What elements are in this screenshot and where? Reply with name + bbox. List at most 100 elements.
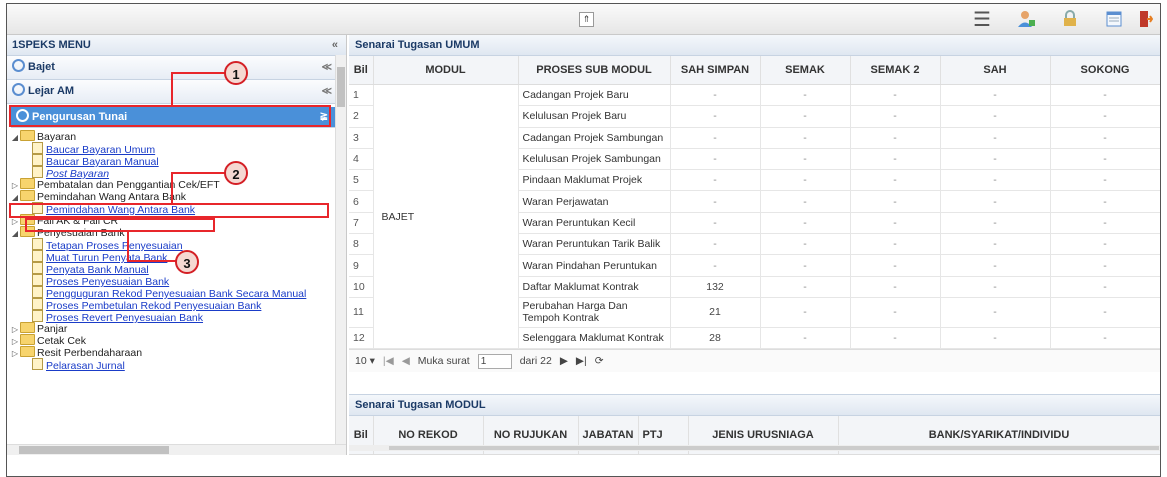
document-icon [32, 298, 43, 310]
prev-page-icon[interactable]: ◀ [402, 355, 410, 367]
table-cell: - [670, 105, 761, 128]
tree-folder-bayaran[interactable]: ◢ Bayaran [7, 130, 346, 143]
callout-line [171, 72, 173, 105]
document-icon [32, 262, 43, 274]
next-page-icon[interactable]: ▶ [560, 355, 568, 367]
highlight-pemindahan-link [25, 218, 215, 232]
column-header[interactable]: SAH [940, 56, 1051, 85]
table-row[interactable]: 1 BAJET Cadangan Projek Baru - - - - - [349, 84, 1160, 350]
user-icon[interactable] [1004, 8, 1048, 30]
refresh-icon[interactable]: ⟳ [595, 355, 604, 367]
table-cell: - [940, 190, 1051, 213]
table-cell: - [1050, 127, 1160, 149]
table-cell: - [1050, 297, 1160, 328]
document-icon [32, 238, 43, 250]
table-cell: - [850, 169, 941, 192]
page-size-select[interactable]: 10 ▾ [355, 355, 375, 367]
table-cell: - [850, 190, 941, 213]
table-cell: - [940, 169, 1051, 192]
scroll-thumb[interactable] [19, 446, 169, 454]
tree-item[interactable]: Tetapan Proses Penyesuaian [7, 238, 346, 252]
tree-item[interactable]: Baucar Bayaran Umum [7, 142, 346, 156]
column-header[interactable]: SEMAK 2 [850, 56, 941, 85]
tree-item[interactable]: Pelarasan Jurnal [7, 358, 346, 372]
tree-item[interactable]: Baucar Bayaran Manual [7, 154, 346, 168]
table-cell: - [670, 190, 761, 213]
table-cell: - [940, 233, 1051, 256]
tree-folder-pemindahan[interactable]: ◢ Pemindahan Wang Antara Bank [7, 190, 346, 203]
table-cell: Kelulusan Projek Baru [518, 105, 671, 128]
top-toolbar: ⇑ ☰ [7, 4, 1160, 35]
column-header[interactable]: SEMAK [760, 56, 851, 85]
table-cell: - [940, 84, 1051, 107]
search-icon [12, 59, 25, 72]
folder-icon [20, 334, 35, 345]
tree-item[interactable]: Proses Penyesuaian Bank [7, 274, 346, 288]
accordion-lejar-am[interactable]: Lejar AM ≪ [7, 80, 346, 104]
table-cell: - [760, 84, 851, 107]
tree-folder[interactable]: ▷ Cetak Cek [7, 334, 346, 347]
tree-item[interactable]: Proses Revert Penyesuaian Bank [7, 310, 346, 324]
tree-folder[interactable]: ▷ Resit Perbendaharaan [7, 346, 346, 359]
table-cell: - [1050, 327, 1160, 350]
table-cell: - [760, 169, 851, 192]
document-icon [32, 142, 43, 154]
column-header[interactable]: MODUL [373, 56, 519, 85]
table-cell: - [940, 276, 1051, 298]
scroll-thumb[interactable] [337, 67, 345, 107]
table-cell: - [670, 148, 761, 171]
accordion-bajet[interactable]: Bajet ≪ [7, 56, 346, 80]
tree-link[interactable]: Pelarasan Jurnal [46, 360, 125, 372]
table-cell: - [1050, 169, 1160, 192]
umum-table-body: 1 BAJET Cadangan Projek Baru - - - - -2 Kelulusa… [349, 84, 1160, 350]
table-cell: - [670, 127, 761, 149]
table-cell: 12 [349, 327, 374, 350]
collapse-sidebar-icon[interactable]: « [332, 35, 338, 55]
table-cell: 28 [670, 327, 761, 350]
sidebar-vertical-scrollbar[interactable] [335, 55, 346, 445]
table-cell: - [850, 276, 941, 298]
table-cell: - [670, 233, 761, 256]
tree-item[interactable]: Proses Pembetulan Rekod Penyesuaian Bank [7, 298, 346, 312]
tree-item[interactable]: Pengguguran Rekod Penyesuaian Bank Secar… [7, 286, 346, 300]
callout-line [127, 260, 177, 262]
collapse-header-button[interactable]: ⇑ [579, 12, 594, 27]
first-page-icon[interactable]: |◀ [383, 355, 394, 367]
last-page-icon[interactable]: ▶| [576, 355, 587, 367]
logout-icon[interactable] [1136, 8, 1156, 30]
table-cell: - [940, 105, 1051, 128]
table-cell: 8 [349, 233, 374, 256]
column-header[interactable]: SAH SIMPAN [670, 56, 761, 85]
menu-tree: ◢ Bayaran Baucar Bayaran Umum Baucar Baya… [7, 128, 346, 372]
lock-icon[interactable] [1048, 8, 1092, 30]
modul-horizontal-scrollbar[interactable] [349, 445, 1160, 451]
table-cell: Perubahan Harga Dan Tempoh Kontrak [518, 297, 671, 328]
tree-folder[interactable]: ▷ Panjar [7, 322, 346, 335]
table-cell: Selenggara Maklumat Kontrak [518, 327, 671, 350]
table-cell: 4 [349, 148, 374, 171]
page-number-input[interactable]: 1 [477, 353, 512, 369]
column-header[interactable]: SOKONG [1050, 56, 1160, 85]
menu-icon[interactable]: ☰ [960, 8, 1004, 31]
accordion-label: Bajet [28, 61, 55, 73]
column-header[interactable]: PROSES SUB MODUL [518, 56, 671, 85]
sidebar-horizontal-scrollbar[interactable] [7, 444, 346, 455]
tree-folder[interactable]: ▷ Pembatalan dan Penggantian Cek/EFT [7, 178, 346, 191]
table-cell: - [940, 297, 1051, 328]
table-cell: - [940, 254, 1051, 277]
column-header[interactable]: Bil [349, 56, 374, 85]
table-cell: - [760, 297, 851, 328]
sidebar-header: 1SPEKS MENU « [7, 35, 346, 56]
umum-panel-title: Senarai Tugasan UMUM [349, 35, 1160, 56]
folder-icon [20, 322, 35, 333]
document-icon [32, 166, 43, 178]
document-icon [32, 358, 43, 370]
search-icon [12, 83, 25, 96]
document-icon [32, 154, 43, 166]
pagination-bar: 10 ▾ |◀ ◀ Muka surat 1 dari 22 ▶ ▶| ⟳ [349, 349, 1160, 373]
table-cell: - [850, 105, 941, 128]
window-icon[interactable] [1092, 8, 1136, 30]
scroll-thumb[interactable] [389, 446, 1159, 450]
annotation-badge: 1 [224, 61, 248, 85]
panel-spacer [349, 372, 1160, 394]
